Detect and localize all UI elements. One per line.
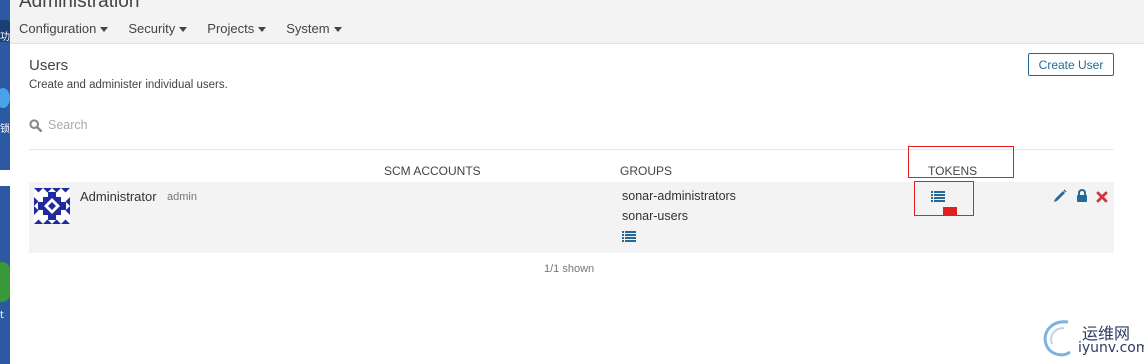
nav-label: System <box>286 21 330 36</box>
annotation-marker <box>943 207 957 215</box>
desktop-icon <box>0 262 10 302</box>
chevron-down-icon <box>333 26 342 32</box>
pagination-summary: 1/1 shown <box>544 263 595 275</box>
nav-label: Security <box>128 21 176 36</box>
avatar <box>34 188 70 224</box>
desktop-icon <box>0 170 10 186</box>
nav-projects[interactable]: Projects <box>207 21 267 36</box>
search-input[interactable] <box>48 118 348 132</box>
watermark-en-text: iyunv.com <box>1078 340 1144 356</box>
admin-nav: Configuration Security Projects System <box>19 21 342 36</box>
users-heading: Users <box>29 57 69 74</box>
annotation-box-tokens-header <box>908 146 1014 178</box>
search-icon <box>29 118 42 132</box>
watermark-logo: 运维网 iyunv.com <box>1038 316 1144 360</box>
search-bar <box>29 118 348 132</box>
desktop-icon <box>0 88 10 108</box>
nav-system[interactable]: System <box>286 21 342 36</box>
admin-header: Administration Configuration Security Pr… <box>10 0 1144 44</box>
user-name: Administrator <box>80 189 157 204</box>
column-header-groups: GROUPS <box>620 164 673 178</box>
nav-security[interactable]: Security <box>128 21 188 36</box>
list-icon[interactable] <box>622 231 636 242</box>
close-icon[interactable] <box>1096 190 1108 208</box>
group-item: sonar-users <box>622 209 688 223</box>
desktop-label: 锁 <box>0 124 10 135</box>
pencil-icon[interactable] <box>1053 189 1067 208</box>
chevron-down-icon <box>179 26 188 32</box>
desktop-label: 功 <box>0 32 10 43</box>
desktop-edge-strip: 功 锁 t <box>0 0 10 364</box>
create-user-button[interactable]: Create User <box>1028 53 1114 76</box>
nav-label: Projects <box>207 21 255 36</box>
chevron-down-icon <box>258 26 267 32</box>
lock-icon[interactable] <box>1076 189 1088 208</box>
desktop-label: t <box>0 310 4 321</box>
group-item: sonar-administrators <box>622 189 736 203</box>
chevron-down-icon <box>100 26 109 32</box>
column-header-scm-accounts: SCM ACCOUNTS <box>384 164 481 178</box>
user-login: admin <box>167 191 197 203</box>
nav-configuration[interactable]: Configuration <box>19 21 109 36</box>
nav-label: Configuration <box>19 21 97 36</box>
watermark-swirl-icon <box>1043 320 1071 357</box>
users-description: Create and administer individual users. <box>29 79 228 91</box>
page-title: Administration <box>19 0 140 12</box>
